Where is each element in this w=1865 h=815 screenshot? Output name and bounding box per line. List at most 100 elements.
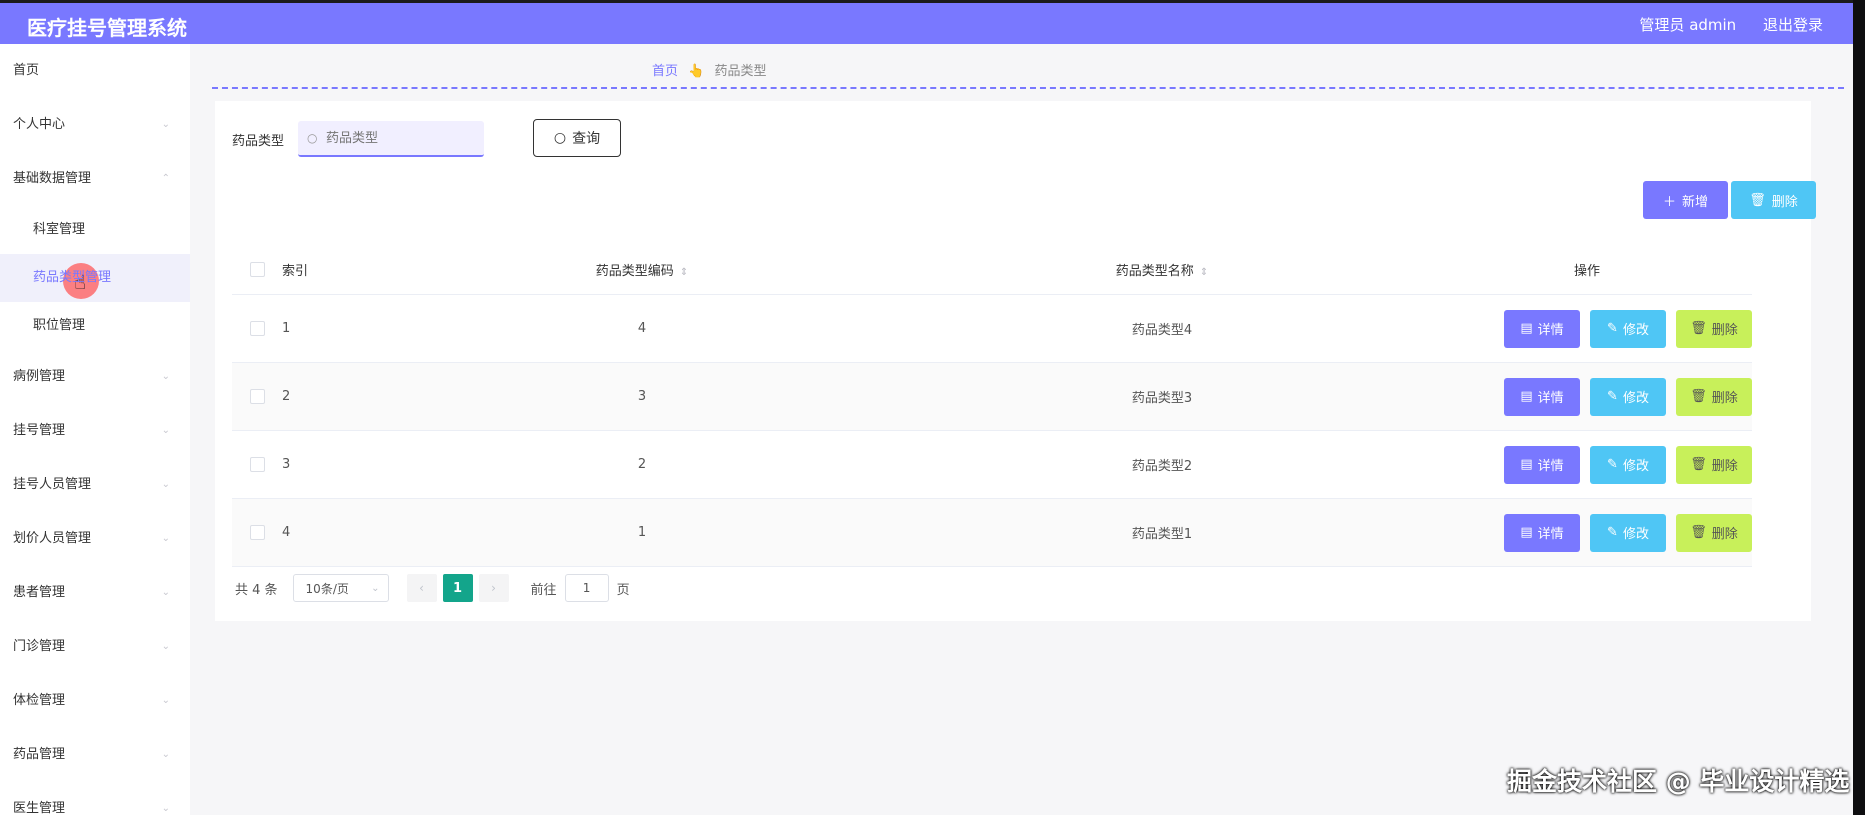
select-all-checkbox[interactable] [249,261,265,277]
pagination-total: 共 4 条 [235,582,278,598]
sidebar-subitem-position[interactable]: 职位管理 [0,302,190,350]
batch-delete-button[interactable]: 🗑 删除 [1731,181,1816,219]
divider [212,87,1844,89]
table-row: 4 1 药品类型1 ▤ 详情 ✎ 修改 🗑 删除 [232,499,1752,567]
cell-name: 药品类型2 [1131,459,1193,474]
sidebar-item-home[interactable]: 首页 [0,44,190,98]
page-size-select[interactable]: 10条/页 ⌄ [292,574,389,602]
detail-label: 详情 [1537,391,1564,406]
sort-icon[interactable]: ⇕ [680,267,688,278]
pencil-icon: ✎ [1607,389,1618,404]
header-name[interactable]: 药品类型名称 ⇕ [902,260,1422,279]
app-title: 医疗挂号管理系统 [27,16,187,40]
delete-button[interactable]: 🗑 删除 [1676,309,1752,348]
row-checkbox[interactable] [249,525,265,540]
search-icon: ○ [307,131,318,145]
header-ops: 操作 [1573,263,1600,279]
search-input[interactable] [298,121,484,157]
sidebar-item-label: 患者管理 [13,585,66,600]
cell-index: 3 [282,457,291,472]
window-edge [1853,0,1865,815]
cell-code: 2 [637,457,647,472]
sidebar-item-outpatient[interactable]: 门诊管理 ⌄ [0,620,190,674]
user-label: 管理员 admin [1639,16,1737,34]
edit-label: 修改 [1622,527,1649,542]
sidebar-subitem-department[interactable]: 科室管理 [0,206,190,254]
delete-button[interactable]: 🗑 删除 [1676,513,1752,552]
sidebar-item-checkup[interactable]: 体检管理 ⌄ [0,674,190,728]
sidebar: 首页 个人中心 ⌄ 基础数据管理 ⌃ 科室管理 药品类型管理 ☝ 职位管理 病例管理… [0,44,190,815]
sidebar-item-pricing-staff[interactable]: 划价人员管理 ⌄ [0,512,190,566]
sidebar-item-label: 挂号管理 [13,423,66,438]
header-code[interactable]: 药品类型编码 ⇕ [382,260,902,279]
delete-label: 删除 [1711,391,1738,406]
table-row: 3 2 药品类型2 ▤ 详情 ✎ 修改 🗑 删除 [232,431,1752,499]
logout-link[interactable]: 退出登录 [1763,16,1823,34]
document-icon: ▤ [1520,389,1533,404]
cell-code: 3 [637,389,647,404]
next-page-button[interactable]: › [478,574,509,602]
sidebar-item-label: 医生管理 [13,801,66,815]
goto-page-input[interactable] [564,574,609,602]
row-checkbox[interactable] [249,321,265,336]
sidebar-item-drugs[interactable]: 药品管理 ⌄ [0,728,190,782]
goto-suffix: 页 [616,582,630,598]
delete-button[interactable]: 🗑 删除 [1676,445,1752,484]
trash-icon: 🗑 [1690,321,1707,336]
search-icon: ○ [553,130,567,146]
sidebar-item-doctors[interactable]: 医生管理 ⌄ [0,782,190,815]
sidebar-item-basic-data[interactable]: 基础数据管理 ⌃ [0,152,190,206]
sort-icon[interactable]: ⇕ [1200,267,1208,278]
cell-name: 药品类型3 [1131,391,1193,406]
sidebar-subitem-drug-type[interactable]: 药品类型管理 ☝ [0,254,190,302]
plus-icon: ＋ [1662,194,1676,210]
edit-label: 修改 [1622,323,1649,338]
delete-button-label: 删除 [1771,194,1798,210]
sidebar-item-label: 划价人员管理 [13,531,92,546]
detail-button[interactable]: ▤ 详情 [1504,445,1580,484]
table-header: 索引 药品类型编码 ⇕ 药品类型名称 ⇕ 操作 [232,244,1752,295]
row-checkbox[interactable] [249,389,265,404]
watermark: 掘金技术社区 @ 毕业设计精选 [1507,767,1850,796]
query-button[interactable]: ○ 查询 [533,119,621,157]
trash-icon: 🗑 [1690,525,1707,540]
breadcrumb-current: 药品类型 [714,64,767,79]
trash-icon: 🗑 [1690,457,1707,472]
detail-button[interactable]: ▤ 详情 [1504,513,1580,552]
sidebar-item-patients[interactable]: 患者管理 ⌄ [0,566,190,620]
page-size-value: 10条/页 [305,581,349,596]
add-button-label: 新增 [1682,194,1709,210]
edit-button[interactable]: ✎ 修改 [1590,445,1666,484]
breadcrumb-home[interactable]: 首页 [652,64,678,79]
sidebar-item-registration-staff[interactable]: 挂号人员管理 ⌄ [0,458,190,512]
chevron-down-icon: ⌄ [161,425,170,436]
chevron-down-icon: ⌄ [161,479,170,490]
edit-button[interactable]: ✎ 修改 [1590,309,1666,348]
delete-button[interactable]: 🗑 删除 [1676,377,1752,416]
add-button[interactable]: ＋ 新增 [1643,181,1728,219]
edit-button[interactable]: ✎ 修改 [1590,513,1666,552]
cell-index: 1 [282,321,291,336]
prev-page-button[interactable]: ‹ [406,574,437,602]
query-button-label: 查询 [572,131,601,147]
top-bar: 医疗挂号管理系统 管理员 admin 退出登录 [0,0,1865,44]
separator-icon: 👆 [688,64,705,79]
chevron-down-icon: ⌄ [161,533,170,544]
goto-prefix: 前往 [530,582,557,598]
page-number[interactable]: 1 [442,574,473,602]
sidebar-item-label: 药品类型管理 [33,270,112,285]
sidebar-item-profile[interactable]: 个人中心 ⌄ [0,98,190,152]
header-name-label: 药品类型名称 [1115,263,1194,279]
chevron-down-icon: ⌄ [161,641,170,652]
header-code-label: 药品类型编码 [595,263,674,279]
chevron-up-icon: ⌃ [161,173,170,184]
edit-button[interactable]: ✎ 修改 [1590,377,1666,416]
sidebar-item-registration[interactable]: 挂号管理 ⌄ [0,404,190,458]
detail-button[interactable]: ▤ 详情 [1504,377,1580,416]
row-checkbox[interactable] [249,457,265,472]
detail-button[interactable]: ▤ 详情 [1504,309,1580,348]
sidebar-item-cases[interactable]: 病例管理 ⌄ [0,350,190,404]
sidebar-item-label: 挂号人员管理 [13,477,92,492]
cell-name: 药品类型1 [1131,527,1193,542]
chevron-down-icon: ⌄ [161,695,170,706]
